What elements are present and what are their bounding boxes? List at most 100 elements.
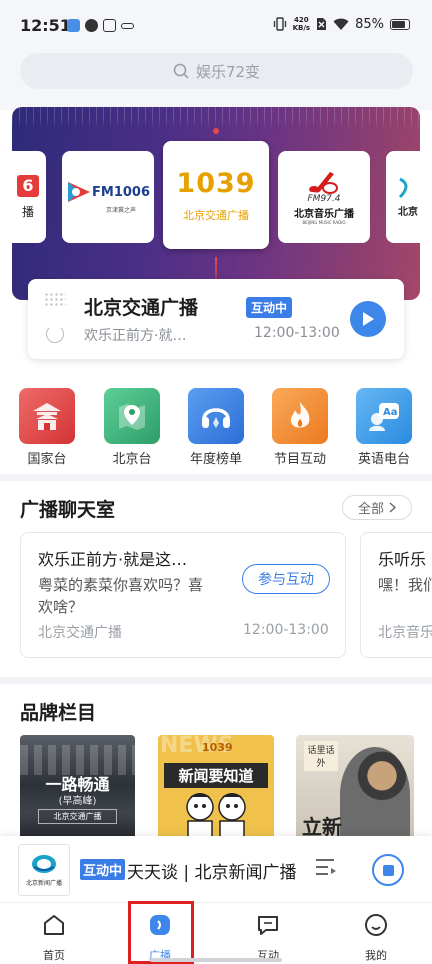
chat-card-message-line2: 欢啥？: [38, 598, 84, 616]
net-speed-value: 420: [294, 16, 309, 24]
brand-item-talk[interactable]: 话里话外 立新: [296, 735, 414, 845]
storage-notification-icon: [103, 19, 116, 32]
brand-section-title: 品牌栏目: [20, 702, 97, 724]
chat-card-message-line1: 嘿！我们: [378, 576, 432, 594]
chat-card[interactable]: 欢乐正前方·就是这… 粤菜的素菜你喜欢吗？喜 欢啥？ 参与互动 北京交通广播 1…: [20, 532, 346, 658]
battery-percent: 85%: [355, 16, 384, 32]
fm1006-triangle-icon: [68, 182, 90, 202]
chat-aa-icon: Aa: [356, 388, 412, 444]
fm974-sub: 北京音乐广播: [294, 208, 354, 220]
category-label: 国家台: [27, 452, 67, 467]
section-divider: [0, 677, 432, 684]
temple-icon: [19, 388, 75, 444]
fm1006-sub: 京津冀之声: [105, 207, 136, 214]
station-left-glyph: 播: [21, 204, 34, 219]
mini-player-logo: 北京新闻广播: [18, 844, 70, 896]
more-label: 全部: [357, 502, 384, 517]
fm1006-label: FM1006: [92, 184, 150, 200]
chat-room-more-button[interactable]: 全部: [342, 495, 412, 520]
dial-needle-dot: [213, 128, 219, 134]
chat-card-message-line1: 粤菜的素菜你喜欢吗？喜: [38, 576, 204, 594]
play-icon: [363, 312, 374, 326]
mini-player[interactable]: 北京新闻广播 互动中 天天谈 | 北京新闻广播: [0, 836, 432, 902]
stop-icon: [382, 864, 394, 876]
dots-pattern-icon: [44, 292, 66, 306]
status-right: 420 KB/s 85%: [273, 16, 410, 32]
tab-interaction[interactable]: 互动: [214, 903, 322, 964]
tab-mine[interactable]: 我的: [322, 903, 430, 964]
svg-text:Aa: Aa: [383, 407, 398, 418]
category-label: 英语电台: [357, 452, 410, 467]
search-bar[interactable]: 娱乐72变: [20, 53, 413, 89]
brand-item-tag: 话里话外: [304, 741, 338, 771]
station-left-logo: 6: [17, 174, 39, 197]
no-sim-icon: [317, 18, 327, 30]
chat-card-message: 嘿！我们: [378, 574, 432, 596]
home-indicator: [150, 958, 282, 962]
brand-item-news[interactable]: NEWS 1039 新闻要知道: [158, 735, 274, 845]
station-card-fm1039[interactable]: 1039 北京交通广播: [163, 141, 269, 249]
chevron-right-icon: [389, 502, 396, 513]
now-playing-title: 北京交通广播: [84, 297, 199, 319]
brand-item-station: 北京交通广播: [38, 809, 117, 824]
more-notification-icon: [121, 23, 134, 29]
chat-card-partial[interactable]: 乐听乐 嘿！我们 北京音乐: [360, 532, 432, 658]
play-button[interactable]: [350, 301, 386, 337]
now-playing-time: 12:00-13:00: [254, 325, 340, 341]
category-annual-chart[interactable]: 年度榜单: [184, 388, 248, 467]
brand-item-traffic[interactable]: 一路畅通 (早高峰) 北京交通广播: [20, 735, 135, 845]
app-notification-icon: [67, 19, 80, 32]
playlist-button[interactable]: [314, 856, 338, 882]
station-card-right-partial[interactable]: 北京: [386, 151, 420, 243]
now-playing-card[interactable]: 北京交通广播 互动中 欢乐正前方·就… 12:00-13:00: [28, 279, 404, 359]
fm1039-label: 1039: [176, 167, 256, 199]
category-english[interactable]: Aa 英语电台: [352, 388, 416, 467]
host-photo-icon: [340, 747, 410, 843]
category-label: 年度榜单: [189, 452, 242, 467]
fm1006-logo: FM1006: [66, 180, 150, 204]
link-notification-icon: [85, 19, 98, 32]
chat-bubble-icon: [258, 916, 278, 935]
playlist-icon: [316, 859, 336, 875]
now-playing-program: 欢乐正前方·就…: [84, 328, 187, 344]
station-card-fm974[interactable]: FM97.4 北京音乐广播 BEIJING MUSIC RADIO: [278, 151, 370, 243]
interactive-badge: 互动中: [246, 297, 293, 318]
net-speed: 420 KB/s: [293, 16, 310, 32]
map-pin-icon: [104, 388, 160, 444]
tab-label: 我的: [365, 949, 387, 962]
search-icon: [173, 63, 189, 79]
selection-highlight-box: [128, 901, 194, 964]
mini-player-title: 天天谈 | 北京新闻广播: [127, 863, 297, 883]
brand-item-sub: (早高峰): [58, 796, 97, 807]
join-interaction-button[interactable]: 参与互动: [242, 564, 330, 594]
category-beijing[interactable]: 北京台: [100, 388, 164, 467]
right-partial-label: 北京: [398, 206, 418, 218]
fm1039-sub: 北京交通广播: [183, 208, 249, 222]
stop-button[interactable]: [372, 854, 404, 886]
fm974-label: FM97.4: [307, 193, 341, 204]
chat-card-message: 粤菜的素菜你喜欢吗？喜 欢啥？: [38, 574, 203, 618]
station-card-fm1006[interactable]: FM1006 京津冀之声: [62, 151, 154, 243]
category-label: 节目互动: [273, 452, 326, 467]
brand-item-brand: 1039: [202, 741, 233, 754]
top-area: 娱乐72变: [0, 50, 432, 110]
news-radio-logo-icon: [32, 855, 56, 873]
tab-home[interactable]: 首页: [0, 903, 108, 964]
right-partial-logo-icon: [398, 177, 408, 198]
search-placeholder: 娱乐72变: [195, 62, 261, 81]
category-row: 国家台 北京台 年度榜单 节目互动 Aa 英语电台: [0, 388, 432, 468]
category-program-interaction[interactable]: 节目互动: [268, 388, 332, 467]
dial-ticks: [12, 107, 420, 129]
brand-item-title: 新闻要知道: [164, 763, 268, 788]
wifi-icon: [333, 18, 349, 30]
status-time: 12:51: [20, 16, 71, 35]
battery-icon: [390, 18, 410, 30]
chat-card-title: 欢乐正前方·就是这…: [38, 550, 188, 569]
station-card-left-partial[interactable]: 6 播: [12, 151, 46, 243]
category-national[interactable]: 国家台: [15, 388, 79, 467]
station-carousel[interactable]: 6 播 FM1006 京津冀之声 1039 北京交通广播 FM97.4 北京音乐…: [12, 107, 420, 300]
flame-icon: [272, 388, 328, 444]
net-speed-unit: KB/s: [292, 24, 311, 32]
home-icon: [44, 915, 64, 935]
chat-card-time: 12:00-13:00: [243, 622, 329, 638]
